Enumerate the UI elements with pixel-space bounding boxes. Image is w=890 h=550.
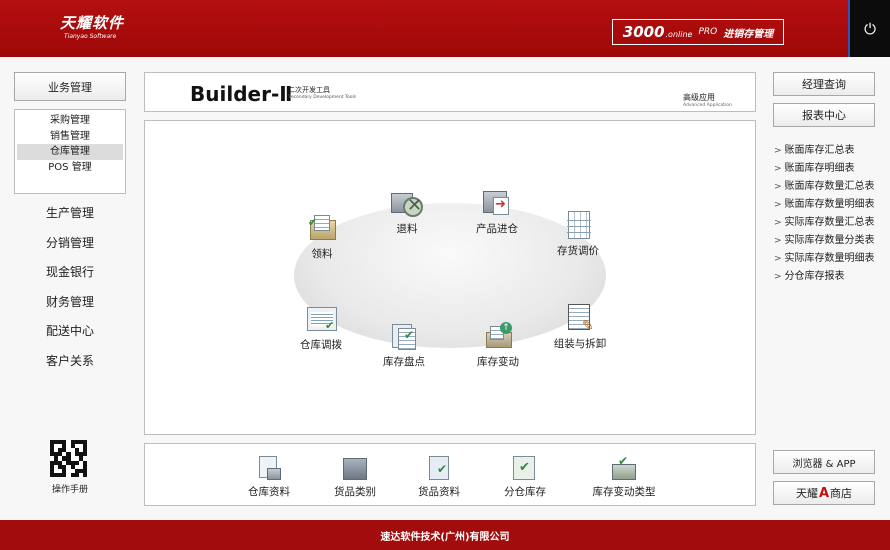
flow-label: 领料 xyxy=(311,248,333,260)
footer-company: 速达软件技术(广州)有限公司 xyxy=(380,531,510,543)
shop-a-icon: A xyxy=(818,485,830,501)
tool-label: 分仓库存 xyxy=(504,486,546,498)
report-link[interactable]: > 分仓库存报表 xyxy=(774,268,884,286)
footer-bar: 速达软件技术(广州)有限公司 xyxy=(0,520,890,550)
logo-cn: 天耀软件 xyxy=(60,14,125,32)
nav-link-distribution[interactable]: 分销管理 xyxy=(14,234,126,251)
business-submenu: 采购管理 销售管理 仓库管理 POS 管理 xyxy=(14,109,126,194)
tool-item-goods-data[interactable]: ✔ 货品资料 xyxy=(399,454,479,499)
inventory-price-adjust-icon xyxy=(560,209,596,241)
return-material-icon: ✕ xyxy=(389,187,425,219)
builder-brand: Builder-Ⅱ xyxy=(190,82,293,106)
flow-item-stock-change[interactable]: ↑ 库存变动 xyxy=(458,320,538,369)
assembly-icon: ✎ xyxy=(562,302,598,334)
report-link[interactable]: > 账面库存汇总表 xyxy=(774,142,884,160)
flow-item-return-material[interactable]: ✕ 退料 xyxy=(367,187,447,236)
tool-label: 货品类别 xyxy=(334,486,376,498)
flow-item-stocktake[interactable]: ✔ 库存盘点 xyxy=(364,320,444,369)
flow-label: 仓库调拨 xyxy=(300,339,342,351)
branch-stock-icon: ✔ xyxy=(509,454,541,482)
flow-label: 产品进仓 xyxy=(476,223,518,235)
builder-subtitle: 二次开发工具 Secondary Development Tools xyxy=(288,85,356,100)
nav-link-finance[interactable]: 财务管理 xyxy=(14,293,126,310)
nav-link-customer-relations[interactable]: 客户关系 xyxy=(14,352,126,369)
flow-item-product-inbound[interactable]: ➜ 产品进仓 xyxy=(457,187,537,236)
company-logo: 天耀软件 Tianyao Software xyxy=(60,12,124,40)
warehouse-data-icon xyxy=(253,454,285,482)
flow-label: 退料 xyxy=(396,223,418,235)
product-inbound-icon: ➜ xyxy=(479,187,515,219)
flow-label: 库存变动 xyxy=(477,356,519,368)
tool-label: 库存变动类型 xyxy=(592,486,656,498)
flow-label: 库存盘点 xyxy=(383,356,425,368)
builder-subtitle-cn: 二次开发工具 xyxy=(288,86,330,94)
nav-link-delivery-center[interactable]: 配送中心 xyxy=(14,322,126,339)
tianyao-shop-button[interactable]: 天耀 A 商店 xyxy=(773,481,875,505)
flow-item-inventory-price-adjust[interactable]: 存货调价 xyxy=(538,209,618,258)
submenu-item-sales[interactable]: 销售管理 xyxy=(17,129,123,145)
qr-code-image xyxy=(50,440,87,477)
tool-label: 货品资料 xyxy=(418,486,460,498)
nav-link-cash-bank[interactable]: 现金银行 xyxy=(14,263,126,280)
stocktake-icon: ✔ xyxy=(386,320,422,352)
product-online: .online xyxy=(665,30,693,39)
product-title: 进销存管理 xyxy=(723,28,774,40)
warehouse-transfer-icon: ✔ xyxy=(303,303,339,335)
business-management-button[interactable]: 业务管理 xyxy=(14,72,126,101)
shop-label-pre: 天耀 xyxy=(795,487,818,500)
flow-label: 存货调价 xyxy=(557,245,599,257)
product-badge: 3000 .online PRO 进销存管理 xyxy=(612,19,784,45)
report-list: > 账面库存汇总表 > 账面库存明细表 > 账面库存数量汇总表 > 账面库存数量明细表 … xyxy=(774,142,884,286)
report-center-button[interactable]: 报表中心 xyxy=(773,103,875,127)
browser-app-button[interactable]: 浏览器 & APP xyxy=(773,450,875,474)
product-num: 3000 xyxy=(622,23,665,41)
report-link[interactable]: > 实际库存数量明细表 xyxy=(774,250,884,268)
qr-code[interactable] xyxy=(50,440,90,477)
flow-item-warehouse-transfer[interactable]: ✔ 仓库调拨 xyxy=(281,303,361,352)
goods-data-icon: ✔ xyxy=(423,454,455,482)
advanced-application-link[interactable]: 高级应用 Advanced Application xyxy=(683,92,732,108)
submenu-item-purchase[interactable]: 采购管理 xyxy=(17,113,123,129)
header-bar: 天耀软件 Tianyao Software 3000 .online PRO 进… xyxy=(0,0,890,57)
goods-category-icon xyxy=(339,454,371,482)
report-link[interactable]: > 账面库存数量汇总表 xyxy=(774,178,884,196)
submenu-item-pos[interactable]: POS 管理 xyxy=(17,160,123,176)
flow-item-material-requisition[interactable]: ✔ 领料 xyxy=(282,212,362,261)
flow-label: 组装与拆卸 xyxy=(553,338,607,350)
qr-caption: 操作手册 xyxy=(51,485,88,495)
warehouse-flow-panel: ✕ 退料 ➜ 产品进仓 ✔ 领料 存货调价 ✔ 仓库调拨 ✎ 组装与拆卸 ✔ 库… xyxy=(144,120,756,435)
logo-en: Tianyao Software xyxy=(64,33,117,40)
report-link[interactable]: > 实际库存数量分类表 xyxy=(774,232,884,250)
warehouse-toolbar: 仓库资料 货品类别 ✔ 货品资料 ✔ 分仓库存 ✔ 库存变动类型 xyxy=(144,443,756,506)
product-pro: PRO xyxy=(698,27,718,37)
report-link[interactable]: > 账面库存明细表 xyxy=(774,160,884,178)
report-link[interactable]: > 实际库存数量汇总表 xyxy=(774,214,884,232)
advanced-application-en: Advanced Application xyxy=(683,103,732,108)
manager-query-button[interactable]: 经理查询 xyxy=(773,72,875,96)
shop-label-post: 商店 xyxy=(830,487,853,500)
tool-item-branch-stock[interactable]: ✔ 分仓库存 xyxy=(485,454,565,499)
stock-change-icon: ↑ xyxy=(480,320,516,352)
tool-item-goods-category[interactable]: 货品类别 xyxy=(315,454,395,499)
report-link[interactable]: > 账面库存数量明细表 xyxy=(774,196,884,214)
power-button[interactable]: ⏻ xyxy=(848,0,890,57)
stock-change-type-icon: ✔ xyxy=(608,454,640,482)
submenu-item-warehouse[interactable]: 仓库管理 xyxy=(17,144,123,160)
tool-item-stock-change-type[interactable]: ✔ 库存变动类型 xyxy=(579,454,669,499)
material-requisition-icon: ✔ xyxy=(304,212,340,244)
tool-label: 仓库资料 xyxy=(248,486,290,498)
builder-banner: Builder-Ⅱ 二次开发工具 Secondary Development T… xyxy=(144,72,756,112)
advanced-application-cn: 高级应用 xyxy=(683,93,715,102)
nav-link-production[interactable]: 生产管理 xyxy=(14,204,126,221)
tool-item-warehouse-data[interactable]: 仓库资料 xyxy=(229,454,309,499)
power-icon: ⏻ xyxy=(864,19,876,38)
flow-item-assembly[interactable]: ✎ 组装与拆卸 xyxy=(540,302,620,351)
builder-subtitle-en: Secondary Development Tools xyxy=(288,95,357,100)
